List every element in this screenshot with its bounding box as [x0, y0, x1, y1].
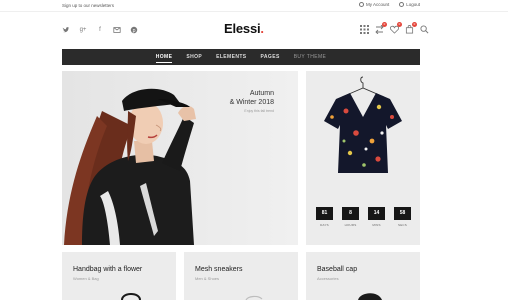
countdown-hours: 8 HOURS	[342, 207, 359, 227]
countdown-secs-value: 58	[394, 207, 411, 220]
countdown-mins: 14 MINS	[368, 207, 385, 227]
countdown-secs: 58 SECS	[394, 207, 411, 227]
cap-image	[358, 293, 382, 300]
logo-text: Elessi	[224, 21, 261, 36]
cart-count-badge: 0	[412, 22, 417, 27]
logout-icon	[399, 2, 405, 7]
google-plus-icon[interactable]: g+	[79, 26, 87, 34]
hero-banner[interactable]: Autumn & Winter 2018 Enjoy this fall tre…	[62, 71, 298, 245]
wishlist-heart-icon[interactable]: 0	[389, 22, 402, 34]
sneaker-image	[245, 295, 263, 300]
hero-title-line2: & Winter 2018	[229, 98, 274, 106]
nav-item-home[interactable]: HOME	[155, 54, 173, 63]
mail-icon[interactable]	[113, 26, 121, 34]
logout-link[interactable]: Logout	[399, 2, 420, 7]
search-icon[interactable]	[420, 25, 429, 34]
social-links: g+ f p	[62, 26, 138, 34]
wishlist-count-badge: 0	[397, 22, 402, 27]
compare-count-badge: 0	[382, 22, 387, 27]
site-header: g+ f p Elessi. 0 0 0	[0, 14, 508, 46]
compare-icon[interactable]: 0	[375, 22, 387, 35]
countdown-days-label: DAYS	[320, 223, 329, 227]
hero-subtitle: Enjoy this fall trend	[244, 109, 274, 113]
hero-title-line1: Autumn	[249, 90, 274, 97]
countdown-mins-value: 14	[368, 207, 385, 220]
twitter-icon[interactable]	[62, 26, 70, 34]
logo-dot: .	[260, 21, 264, 36]
user-icon	[358, 2, 364, 7]
countdown-secs-label: SECS	[398, 223, 407, 227]
grid-icon[interactable]	[360, 25, 369, 34]
deal-promo-panel[interactable]: 81 DAYS 8 HOURS 14 MINS 58 SECS	[306, 71, 420, 245]
category-card-cap[interactable]: Baseball cap Accessories	[306, 252, 420, 300]
newsletter-link[interactable]: Sign up to our newsletters	[62, 3, 114, 8]
top-bar: Sign up to our newsletters My Account Lo…	[0, 0, 508, 12]
countdown-hours-label: HOURS	[344, 223, 357, 227]
svg-text:p: p	[132, 29, 135, 34]
category-card-sneakers[interactable]: Mesh sneakers Men & Shoes	[184, 252, 298, 300]
account-links: My Account Logout	[358, 2, 420, 7]
site-logo[interactable]: Elessi.	[224, 21, 264, 36]
header-icons: 0 0 0	[360, 22, 429, 35]
deal-countdown: 81 DAYS 8 HOURS 14 MINS 58 SECS	[316, 207, 411, 227]
cart-bag-icon[interactable]: 0	[405, 22, 417, 34]
nav-item-pages[interactable]: PAGES	[261, 54, 280, 60]
nav-item-shop[interactable]: SHOP	[186, 54, 202, 60]
handbag-image	[121, 293, 141, 300]
category-card-handbag[interactable]: Handbag with a flower Women & Bag	[62, 252, 176, 300]
my-account-label: My Account	[365, 2, 390, 7]
nav-item-buy-theme[interactable]: BUY THEME	[294, 54, 327, 60]
facebook-icon[interactable]: f	[96, 26, 104, 34]
pinterest-icon[interactable]: p	[130, 26, 138, 34]
my-account-link[interactable]: My Account	[358, 2, 390, 7]
countdown-mins-label: MINS	[372, 223, 381, 227]
floral-blouse-image	[306, 71, 420, 201]
logout-label: Logout	[406, 2, 420, 7]
countdown-hours-value: 8	[342, 207, 359, 220]
countdown-days: 81 DAYS	[316, 207, 333, 227]
countdown-days-value: 81	[316, 207, 333, 220]
main-nav: HOME SHOP ELEMENTS PAGES BUY THEME	[62, 49, 420, 65]
nav-item-elements[interactable]: ELEMENTS	[216, 54, 246, 60]
hero-title: Autumn & Winter 2018	[230, 90, 274, 107]
